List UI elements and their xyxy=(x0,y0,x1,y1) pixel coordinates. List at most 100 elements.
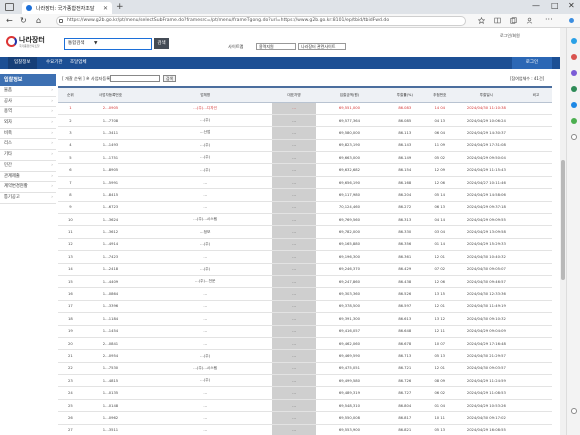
table-row[interactable]: 1 2…0905 …(주)…디자인… 69,551,000 86.083 14 04 202… xyxy=(58,102,552,115)
table-row[interactable]: 24 1…0135…… 69,489,319 86.727 06 02 2024/04/2… xyxy=(58,386,552,400)
search-side-icon[interactable] xyxy=(571,38,577,44)
table-row[interactable]: 8 1…8415…… 69,117,980 86.204 05 14 2024/04/29… xyxy=(58,188,552,202)
sidebar-item-stockpile[interactable]: 비축 › xyxy=(0,129,56,140)
split-screen-icon[interactable] xyxy=(494,17,501,24)
table-cell[interactable]: …(주) xyxy=(138,263,273,276)
top-member-menu[interactable]: 로그인/회원 xyxy=(500,33,520,39)
sidebar-item-private[interactable]: 민간 › xyxy=(0,161,56,172)
table-cell[interactable]: … xyxy=(138,386,273,400)
table-cell[interactable]: …(주) xyxy=(138,114,273,128)
table-cell[interactable]: …(주) xyxy=(138,163,273,177)
table-row[interactable]: 20 2…0841…… 69,462,060 86.678 10 07 2024/04/2… xyxy=(58,337,552,351)
table-cell[interactable]: … xyxy=(138,300,273,314)
service-select[interactable]: 용역지원 xyxy=(256,43,296,50)
table-row[interactable]: 26 1…0962…… 69,550,008 86.817 10 11 2024/04/3… xyxy=(58,411,552,425)
table-row[interactable]: 16 1…0864…… 69,303,360 86.526 13 15 2024/04/3… xyxy=(58,287,552,301)
sidebar-item-service[interactable]: 용역 › xyxy=(0,107,56,119)
sidebar-item-lease[interactable]: 리스 › xyxy=(0,139,56,151)
table-cell[interactable]: … xyxy=(138,411,273,425)
shopping-side-icon[interactable] xyxy=(571,54,577,60)
sidebar-item-construction[interactable]: 공사 › xyxy=(0,97,56,108)
sidebar-item-notice[interactable]: 통기공고 › xyxy=(0,193,56,204)
table-cell[interactable]: …정보 xyxy=(138,225,273,239)
close-tab-icon[interactable]: ✕ xyxy=(103,5,108,12)
table-cell[interactable]: …산업 xyxy=(138,126,273,140)
refresh-icon[interactable]: ↻ xyxy=(20,16,27,25)
table-row[interactable]: 4 1…1493 …(주)… 69,823,190 86.143 11 09 2024/04… xyxy=(58,139,552,153)
sidebar-item-etc[interactable]: 기타 › xyxy=(0,150,56,161)
table-row[interactable]: 2 1…7708 …(주)… 69,577,364 86.085 04 13 2024/04… xyxy=(58,114,552,128)
table-cell[interactable]: …(주) xyxy=(138,374,273,388)
scrollbar-thumb[interactable] xyxy=(561,160,565,280)
table-cell[interactable]: … xyxy=(138,424,273,435)
table-cell[interactable]: …(주)…시스템 xyxy=(138,213,273,227)
table-cell[interactable]: …(주)…디자인 xyxy=(138,102,273,115)
table-cell[interactable]: …(주) xyxy=(138,139,273,153)
table-row[interactable]: 15 1…4409 …(주)…전문… 69,247,860 86.438 12 06 202… xyxy=(58,275,552,289)
settings-side-icon[interactable] xyxy=(571,408,577,414)
table-row[interactable]: 7 1…5991…… 69,656,190 86.168 12 06 2024/04/27… xyxy=(58,176,552,190)
table-row[interactable]: 10 1…3624 …(주)…시스템… 69,769,560 86.313 04 14 20… xyxy=(58,213,552,227)
table-row[interactable]: 27 1…3511…… 69,553,900 86.821 05 13 2024/04/2… xyxy=(58,424,552,435)
table-cell[interactable]: … xyxy=(138,399,273,413)
table-row[interactable]: 23 1…4815 …(주)… 69,499,580 86.726 08 09 2024/0… xyxy=(58,374,552,388)
minimize-icon[interactable]: — xyxy=(532,1,540,10)
profile-icon[interactable] xyxy=(526,17,533,24)
table-cell[interactable]: … xyxy=(138,312,273,326)
browser-tab[interactable]: 나라장터: 국가종합전자조달 ✕ xyxy=(22,2,112,14)
tools-side-icon[interactable] xyxy=(571,70,577,76)
table-cell[interactable]: …(주)…시스템 xyxy=(138,362,273,376)
table-cell[interactable]: …(주)…전문 xyxy=(138,275,273,289)
related-sites-select[interactable]: 나라장터 관련사이트 xyxy=(298,43,346,50)
table-row[interactable]: 18 1…1184…… 69,391,300 86.613 13 12 2024/04/3… xyxy=(58,312,552,326)
table-cell[interactable]: …(주) xyxy=(138,151,273,165)
favorites-star-icon[interactable] xyxy=(478,17,485,24)
apps-side-icon[interactable] xyxy=(571,118,577,124)
table-cell[interactable]: …(주) xyxy=(138,349,273,363)
back-icon[interactable]: ← xyxy=(6,16,13,25)
sitemap-label[interactable]: 사이트맵 xyxy=(228,44,243,50)
table-row[interactable]: 6 1…8905 …(주)… 69,632,682 86.154 12 09 2024/04… xyxy=(58,163,552,177)
maximize-icon[interactable]: □ xyxy=(551,1,559,10)
search-scope-select[interactable]: 통합검색 ▼ xyxy=(64,38,152,50)
table-cell[interactable]: … xyxy=(138,188,273,202)
login-button[interactable]: 로그인 xyxy=(512,57,552,69)
more-menu-icon[interactable]: ··· xyxy=(545,15,553,24)
nav-bid-info[interactable]: 입찰정보 xyxy=(8,57,37,69)
table-row[interactable]: 25 1…0148…… 69,548,310 86.804 01 04 2024/04/2… xyxy=(58,399,552,413)
new-tab-icon[interactable]: + xyxy=(116,2,124,12)
table-row[interactable]: 12 1…4914 …(주)… 69,165,880 86.356 01 14 2024/0… xyxy=(58,238,552,252)
table-row[interactable]: 19 1…1454…… 69,416,057 86.648 12 11 2024/04/2… xyxy=(58,325,552,338)
url-field[interactable]: https://www.g2b.go.kr/pt/menu/selectSubF… xyxy=(56,16,466,26)
sidebar-item-goods[interactable]: 물품 › xyxy=(0,86,56,97)
sidebar-item-contract-change[interactable]: 계약변경현황 › xyxy=(0,182,56,193)
table-row[interactable]: 17 1…3396…… 69,378,500 86.597 12 01 2024/04/3… xyxy=(58,300,552,314)
copilot-icon[interactable] xyxy=(568,17,575,24)
table-row[interactable]: 14 1…2418 …(주)… 69,246,370 86.429 07 02 2024/0… xyxy=(58,263,552,276)
table-cell[interactable]: … xyxy=(138,337,273,351)
table-cell[interactable]: … xyxy=(138,250,273,264)
filter-search-button[interactable]: 검색 xyxy=(163,75,176,82)
table-row[interactable]: 5 1…1751 …(주)… 69,663,000 86.149 05 02 2024/04… xyxy=(58,151,552,165)
outlook-side-icon[interactable] xyxy=(571,102,577,108)
table-cell[interactable]: … xyxy=(138,325,273,338)
table-cell[interactable]: … xyxy=(138,287,273,301)
games-side-icon[interactable] xyxy=(571,86,577,92)
table-cell[interactable]: … xyxy=(138,201,273,215)
table-row[interactable]: 9 1…6723…… 70,124,460 86.272 06 13 2024/04/29… xyxy=(58,201,552,215)
table-cell[interactable]: …(주) xyxy=(138,238,273,252)
business-number-input[interactable] xyxy=(110,75,160,82)
collections-icon[interactable] xyxy=(510,17,517,24)
search-button[interactable]: 검색 xyxy=(154,38,169,49)
table-row[interactable]: 13 1…7423…… 69,196,300 86.361 12 01 2024/04/3… xyxy=(58,250,552,264)
table-row[interactable]: 22 1…7530 …(주)…시스템… 69,475,051 86.721 12 01 20… xyxy=(58,362,552,376)
sidebar-item-submission[interactable]: 관계제출 › xyxy=(0,172,56,183)
table-row[interactable]: 11 1…3612 …정보… 69,782,000 86.330 03 04 2024/04… xyxy=(58,225,552,239)
table-row[interactable]: 21 2…0954 …(주)… 69,469,590 86.713 05 13 2024/0… xyxy=(58,349,552,363)
add-side-icon[interactable] xyxy=(571,134,577,140)
table-cell[interactable]: … xyxy=(138,176,273,190)
close-window-icon[interactable]: ✕ xyxy=(568,1,575,10)
g2b-logo[interactable]: 나라장터 국가종합전자조달 xyxy=(6,35,56,49)
sidebar-item-foreign[interactable]: 외자 › xyxy=(0,118,56,129)
nav-demand-agency[interactable]: 수요기관 xyxy=(46,57,63,69)
